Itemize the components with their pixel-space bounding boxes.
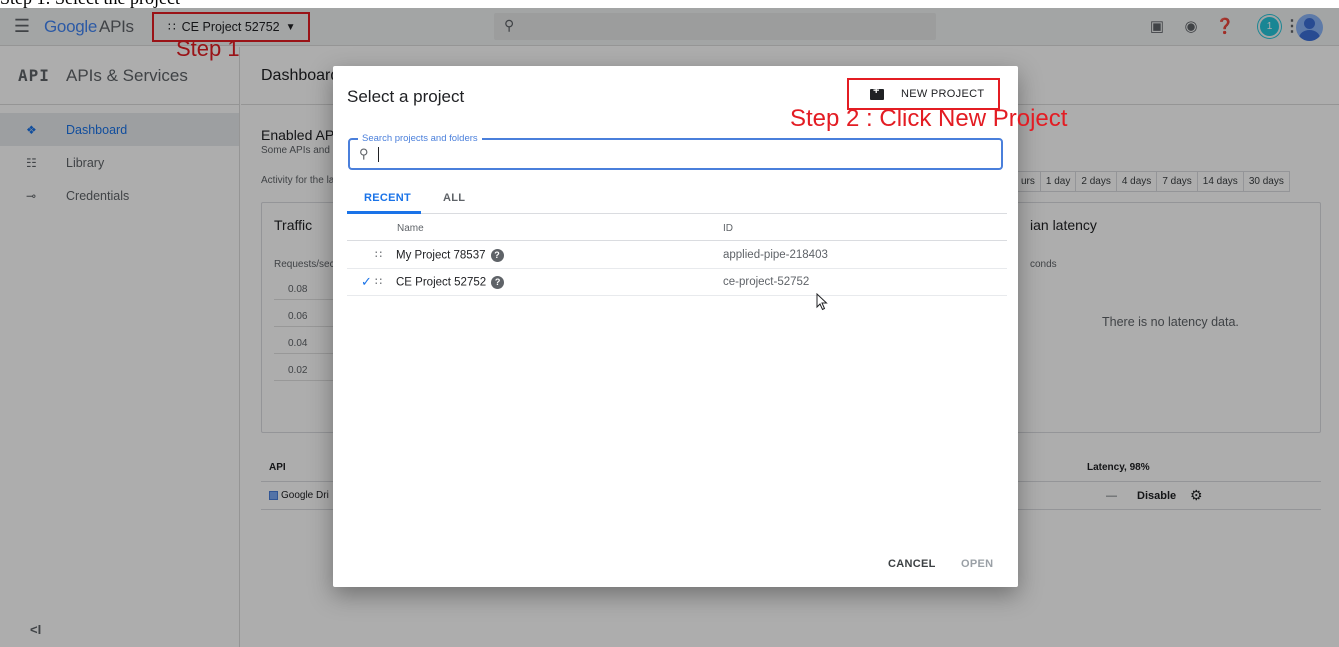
project-name: CE Project 52752? [396, 276, 505, 289]
project-tabs: RECENT ALL [347, 183, 1007, 214]
col-name: Name [397, 223, 424, 234]
top-strip: Step 1: Select the project [0, 0, 1339, 8]
table-row[interactable]: ∷ My Project 78537? applied-pipe-218403 [347, 242, 1007, 269]
new-project-label: NEW PROJECT [901, 88, 985, 100]
tab-recent[interactable]: RECENT [364, 192, 411, 204]
open-button[interactable]: OPEN [961, 558, 993, 570]
cancel-button[interactable]: CANCEL [888, 558, 936, 570]
step2-annotation: Step 2 : Click New Project [790, 105, 1068, 132]
help-icon[interactable]: ? [490, 249, 504, 262]
project-dots-icon: ∷ [375, 276, 382, 288]
tab-all[interactable]: ALL [443, 192, 465, 204]
search-field-label: Search projects and folders [358, 133, 482, 144]
text-caret [378, 147, 379, 162]
table-row[interactable]: ✓ ∷ CE Project 52752? ce-project-52752 [347, 269, 1007, 296]
search-icon: ⚲ [359, 146, 369, 161]
mouse-cursor-icon [816, 293, 828, 311]
checkmark-icon: ✓ [361, 274, 372, 289]
project-name-text: My Project 78537 [396, 249, 486, 262]
active-tab-indicator [347, 211, 421, 214]
new-folder-icon [870, 85, 884, 100]
dialog-title: Select a project [347, 87, 465, 106]
select-project-dialog: Select a project NEW PROJECT Step 2 : Cl… [333, 66, 1067, 587]
project-id: ce-project-52752 [723, 276, 810, 288]
col-id: ID [723, 223, 733, 234]
top-strip-text: Step 1: Select the project [0, 0, 180, 8]
project-dots-icon: ∷ [375, 249, 382, 261]
project-name: My Project 78537? [396, 249, 504, 262]
help-icon[interactable]: ? [491, 276, 505, 289]
project-name-text: CE Project 52752 [396, 276, 487, 289]
project-id: applied-pipe-218403 [723, 249, 828, 261]
project-table-header: Name ID [347, 219, 1007, 241]
